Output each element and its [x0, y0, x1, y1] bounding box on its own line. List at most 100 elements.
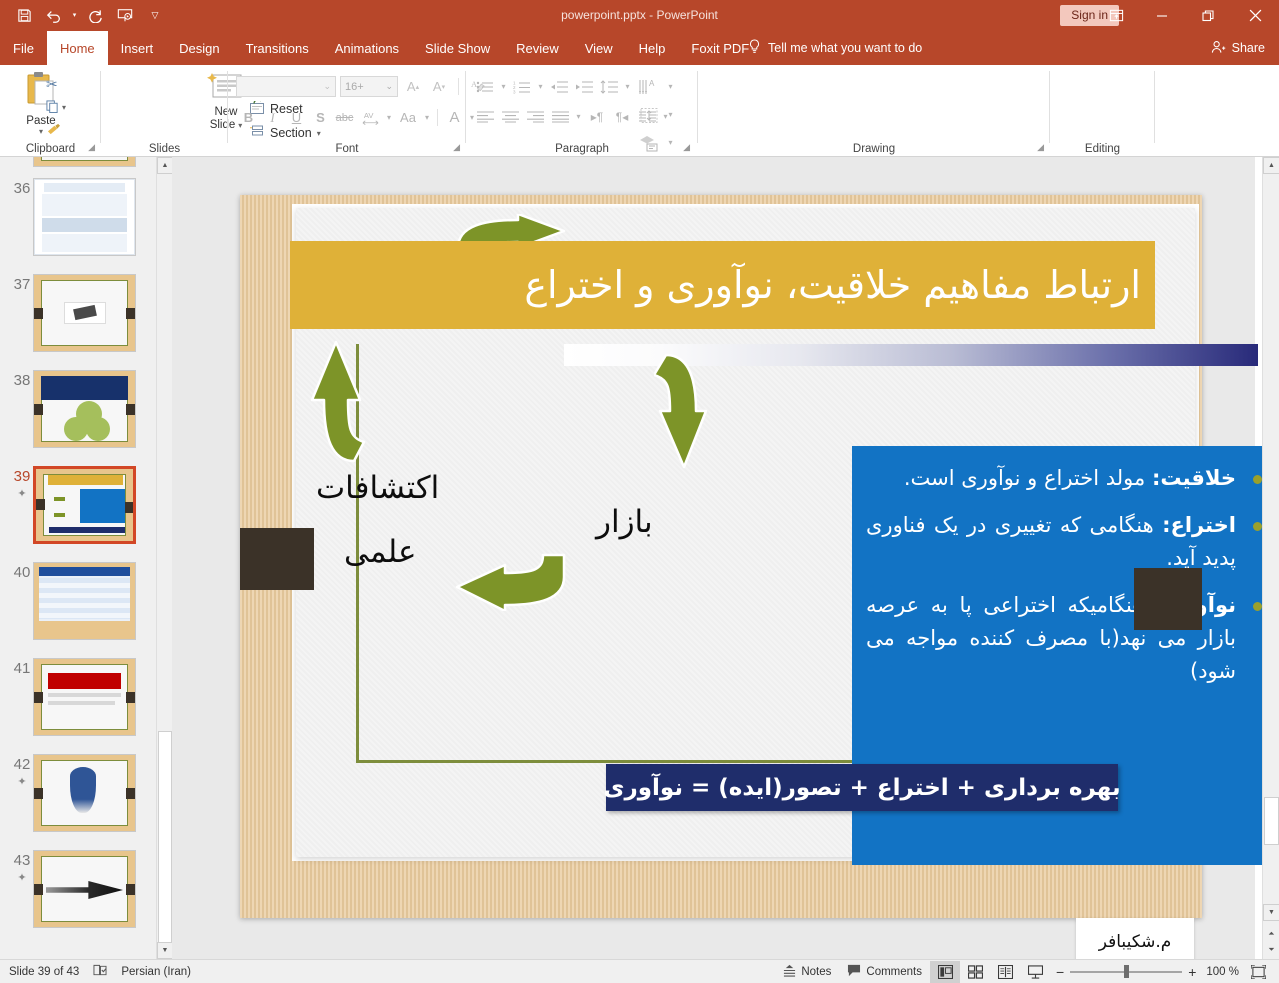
justify-dropdown-icon[interactable]: ▾ [573, 105, 584, 128]
restore-icon[interactable] [1185, 0, 1231, 31]
zoom-out-button[interactable]: − [1050, 961, 1070, 983]
character-spacing-button[interactable]: AV [357, 106, 383, 129]
tab-help[interactable]: Help [626, 31, 679, 65]
undo-dropdown-icon[interactable]: ▾ [70, 3, 79, 29]
zoom-level-label[interactable]: 100 % [1202, 961, 1243, 983]
undo-icon[interactable] [40, 3, 68, 29]
slide-sorter-view-button[interactable] [960, 961, 990, 983]
comments-button[interactable]: Comments [839, 961, 930, 983]
next-slide-button[interactable]: ⏷ [1263, 945, 1279, 955]
slide-show-view-button[interactable] [1020, 961, 1050, 983]
text-direction-dropdown-icon[interactable]: ▾ [665, 75, 676, 98]
scroll-up-button[interactable]: ▲ [157, 157, 173, 174]
font-name-input[interactable]: ⌄ [236, 76, 336, 97]
slide-thumbnail[interactable] [33, 370, 136, 448]
format-painter-button[interactable] [46, 119, 86, 142]
align-right-button[interactable] [523, 105, 547, 128]
numbering-button[interactable]: 123 [510, 75, 534, 98]
align-text-button[interactable] [634, 103, 664, 127]
font-color-button[interactable]: A [443, 106, 466, 129]
save-icon[interactable] [10, 3, 38, 29]
share-button[interactable]: Share [1211, 31, 1265, 65]
slide-thumbnail[interactable] [33, 157, 136, 167]
tab-home[interactable]: Home [46, 31, 108, 65]
slide-thumbnail[interactable] [33, 850, 136, 928]
spell-check-icon[interactable] [93, 964, 107, 980]
slide-thumbnail-current[interactable] [33, 466, 136, 544]
normal-view-button[interactable] [930, 960, 961, 983]
tab-view[interactable]: View [572, 31, 626, 65]
slide-thumbnail[interactable] [33, 178, 136, 256]
scrollbar-thumb[interactable] [1264, 797, 1279, 845]
italic-button[interactable]: I [261, 106, 284, 129]
ltr-direction-button[interactable]: ▸¶ [585, 105, 609, 128]
zoom-in-button[interactable]: + [1182, 961, 1202, 983]
tab-review[interactable]: Review [503, 31, 572, 65]
align-center-button[interactable] [498, 105, 522, 128]
slide-thumbnail[interactable] [33, 754, 136, 832]
text-shadow-button[interactable]: S [309, 106, 332, 129]
justify-button[interactable] [548, 105, 572, 128]
align-text-dropdown-icon[interactable]: ▾ [665, 103, 676, 126]
slide-thumbnail[interactable] [33, 658, 136, 736]
fit-to-window-icon[interactable] [1243, 961, 1273, 983]
paragraph-dialog-launcher[interactable]: ◢ [683, 142, 690, 153]
formula-banner[interactable]: بهره برداری + اختراع + تصور(ایده) = نوآو… [603, 764, 1121, 811]
redo-icon[interactable] [81, 3, 109, 29]
align-left-button[interactable] [473, 105, 497, 128]
tab-design[interactable]: Design [166, 31, 232, 65]
start-presentation-icon[interactable] [111, 3, 139, 29]
main-scrollbar[interactable]: ▲ ▼ ⏶ ⏷ [1262, 157, 1279, 959]
slide-editing-area[interactable]: اختراعات نوآوری بازار اکتشافات علمی خلاق… [172, 157, 1276, 966]
language-indicator[interactable]: Persian (Iran) [121, 966, 191, 978]
font-size-input[interactable]: 16+ ⌄ [340, 76, 398, 97]
current-slide[interactable]: اختراعات نوآوری بازار اکتشافات علمی خلاق… [240, 195, 1276, 966]
thumbnail-panel-scrollbar[interactable]: ▲ ▼ [156, 157, 173, 959]
zoom-slider[interactable] [1070, 961, 1183, 983]
tab-transitions[interactable]: Transitions [233, 31, 322, 65]
increase-font-size-button[interactable]: A ▴ [402, 76, 424, 97]
slide-thumbnail[interactable] [33, 562, 136, 640]
text-direction-button[interactable]: A [634, 75, 664, 99]
decrease-font-size-button[interactable]: A ▾ [428, 76, 450, 97]
customize-qat-icon[interactable]: ▽ [141, 3, 169, 29]
drawing-dialog-launcher[interactable]: ◢ [1037, 142, 1044, 153]
copy-dropdown-icon[interactable]: ▾ [62, 103, 66, 112]
change-case-button[interactable]: Aa [395, 106, 421, 129]
character-spacing-dropdown-icon[interactable]: ▾ [384, 106, 394, 129]
close-icon[interactable] [1231, 0, 1279, 31]
decrease-indent-button[interactable] [547, 75, 571, 98]
bullets-button[interactable] [473, 75, 497, 98]
underline-button[interactable]: U [285, 106, 308, 129]
slide-title-banner[interactable]: ارتباط مفاهیم خلاقیت، نوآوری و اختراع [290, 241, 1155, 329]
slide-thumbnail-panel[interactable]: 36 37 38 39 ✦ 40 41 42 ✦ 43 ✦ [0, 157, 156, 959]
reading-view-button[interactable] [990, 961, 1020, 983]
change-case-dropdown-icon[interactable]: ▾ [422, 106, 432, 129]
clipboard-dialog-launcher[interactable]: ◢ [88, 142, 95, 153]
ribbon-display-options-icon[interactable] [1093, 0, 1139, 31]
tab-insert[interactable]: Insert [108, 31, 167, 65]
rtl-direction-button[interactable]: ¶◂ [610, 105, 634, 128]
increase-indent-button[interactable] [572, 75, 596, 98]
tab-slide-show[interactable]: Slide Show [412, 31, 503, 65]
numbering-dropdown-icon[interactable]: ▾ [535, 75, 546, 98]
bullets-dropdown-icon[interactable]: ▾ [498, 75, 509, 98]
scroll-down-button[interactable]: ▼ [157, 942, 173, 959]
tab-file[interactable]: File [0, 31, 47, 65]
line-spacing-button[interactable] [597, 75, 621, 98]
line-spacing-dropdown-icon[interactable]: ▾ [622, 75, 633, 98]
cut-button[interactable]: ✂ [46, 73, 86, 96]
previous-slide-button[interactable]: ⏶ [1263, 929, 1279, 939]
font-dialog-launcher[interactable]: ◢ [453, 142, 460, 153]
scrollbar-thumb[interactable] [158, 731, 172, 943]
copy-button[interactable]: ▾ [46, 96, 86, 119]
scroll-down-button[interactable]: ▼ [1263, 904, 1279, 921]
strikethrough-button[interactable]: abc [333, 106, 356, 129]
notes-button[interactable]: Notes [775, 961, 839, 983]
slide-thumbnail[interactable] [33, 274, 136, 352]
tab-animations[interactable]: Animations [322, 31, 412, 65]
zoom-slider-handle[interactable] [1124, 965, 1130, 978]
minimize-icon[interactable] [1139, 0, 1185, 31]
scroll-up-button[interactable]: ▲ [1263, 157, 1279, 174]
tell-me-search[interactable]: Tell me what you want to do [748, 31, 922, 65]
